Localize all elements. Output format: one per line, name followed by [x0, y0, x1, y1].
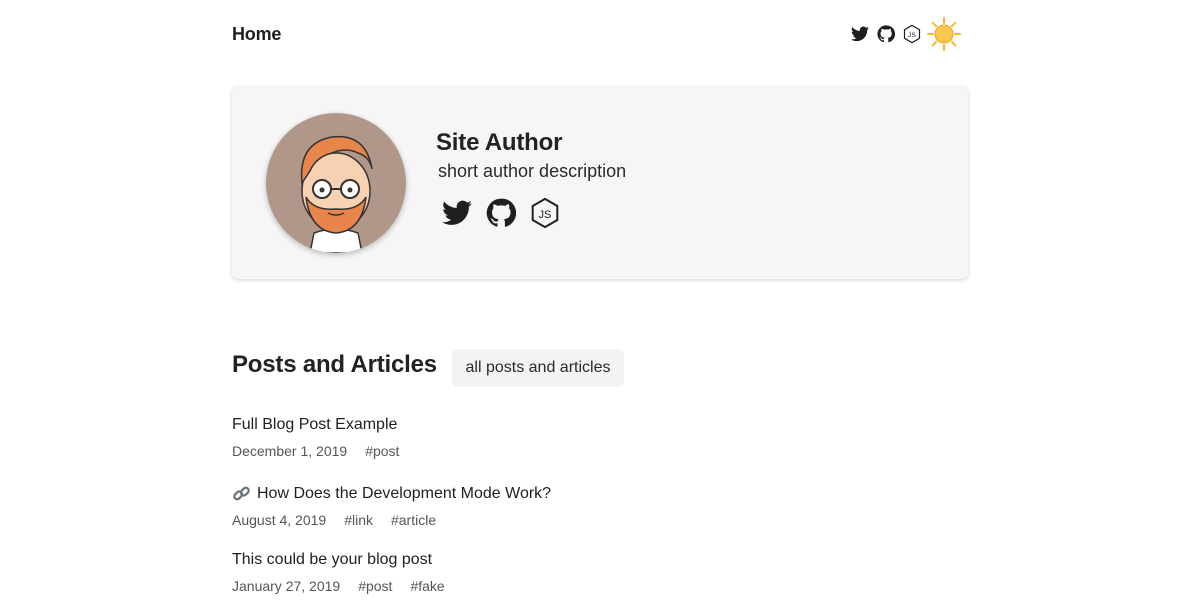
link-icon	[233, 486, 250, 501]
post-title-text: This could be your blog post	[232, 551, 433, 568]
post-date: January 27, 2019	[232, 578, 341, 594]
post-tag[interactable]: #fake	[410, 578, 444, 594]
nodejs-icon[interactable]: JS	[902, 24, 922, 44]
section-title: Posts and Articles	[232, 351, 437, 378]
post-meta: August 4, 2019 #link #article	[232, 512, 551, 528]
post-title-text: How Does the Development Mode Work?	[257, 484, 552, 502]
avatar	[266, 113, 406, 253]
author-name: Site Author	[436, 129, 563, 156]
post-title[interactable]: How Does the Development Mode Work?	[232, 484, 551, 503]
post-tag[interactable]: #article	[391, 512, 436, 528]
post-tag[interactable]: #post	[358, 578, 392, 594]
post-tag[interactable]: #link	[344, 512, 373, 528]
author-social-links: JS	[442, 197, 560, 229]
nodejs-icon[interactable]: JS	[530, 197, 560, 229]
github-icon[interactable]	[486, 197, 516, 229]
author-card: Site Author short author description JS	[232, 87, 968, 279]
header-social-links: JS	[850, 24, 922, 44]
site-header: Home JS	[232, 0, 968, 70]
sun-icon	[927, 17, 961, 51]
post-tag[interactable]: #post	[365, 443, 399, 459]
post-title-text: Full Blog Post Example	[232, 416, 398, 433]
all-posts-button[interactable]: all posts and articles	[452, 349, 624, 387]
post-meta: December 1, 2019 #post	[232, 443, 399, 459]
post-meta: January 27, 2019 #post #fake	[232, 578, 445, 594]
post-item: How Does the Development Mode Work? Augu…	[232, 484, 551, 529]
post-date: August 4, 2019	[232, 512, 327, 528]
svg-text:JS: JS	[539, 209, 552, 221]
svg-text:JS: JS	[908, 32, 916, 39]
post-item: This could be your blog post January 27,…	[232, 551, 445, 594]
home-link[interactable]: Home	[232, 24, 281, 45]
post-item: Full Blog Post Example December 1, 2019 …	[232, 416, 399, 459]
author-description: short author description	[438, 161, 627, 181]
twitter-icon[interactable]	[442, 197, 472, 229]
twitter-icon[interactable]	[850, 24, 870, 44]
github-icon[interactable]	[876, 24, 896, 44]
theme-toggle[interactable]	[926, 16, 962, 52]
post-title[interactable]: Full Blog Post Example	[232, 416, 399, 434]
post-date: December 1, 2019	[232, 443, 348, 459]
post-title[interactable]: This could be your blog post	[232, 551, 445, 569]
